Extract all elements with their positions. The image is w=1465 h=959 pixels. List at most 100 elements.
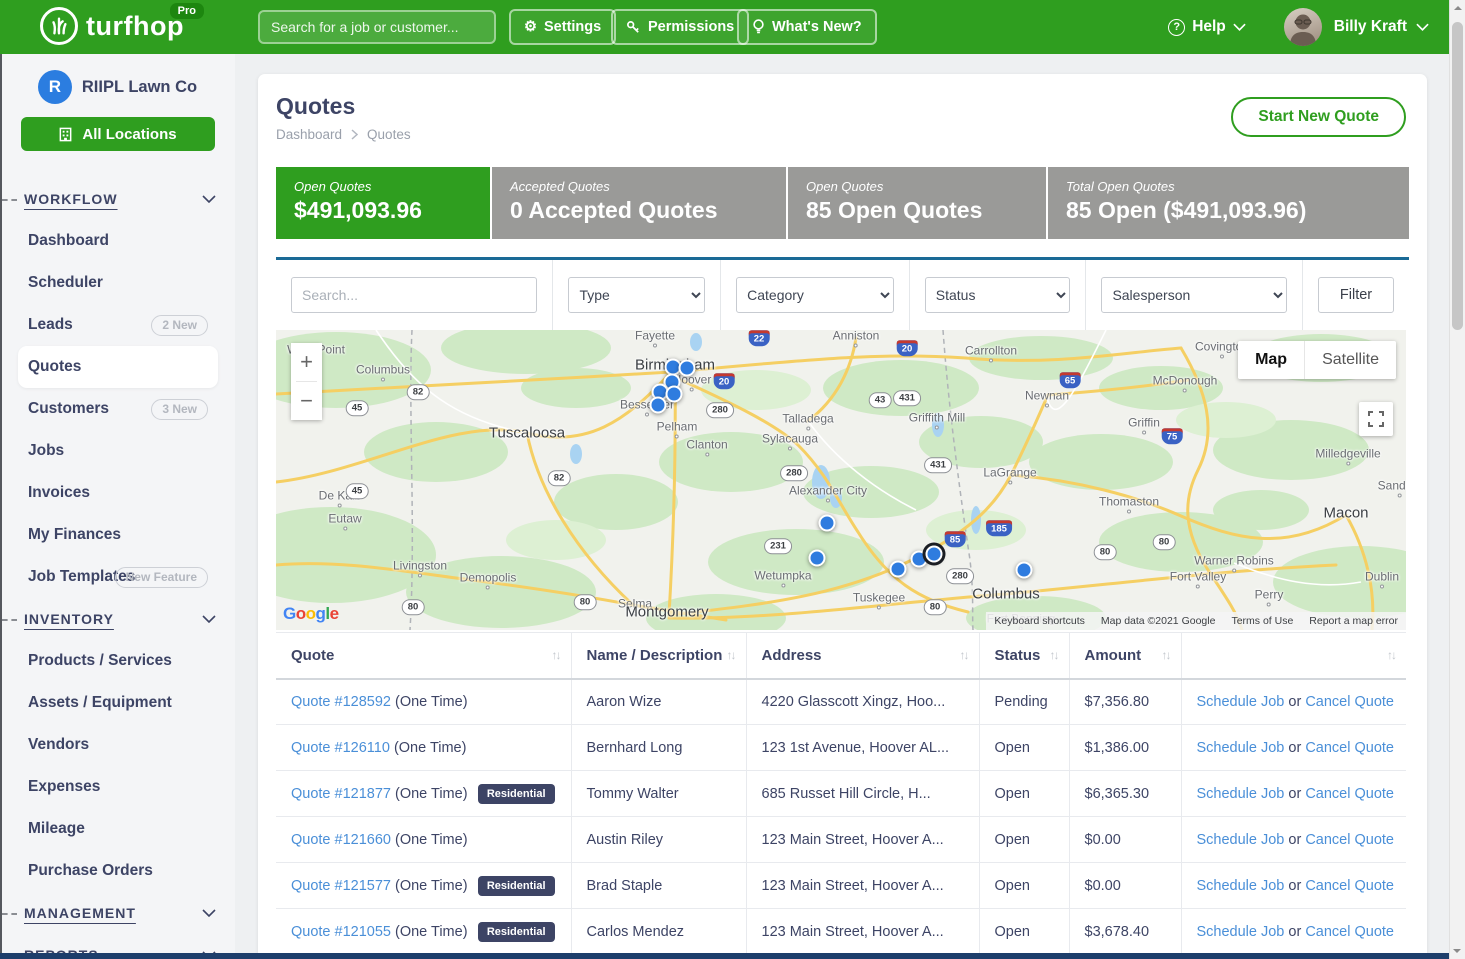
sidebar-item-customers[interactable]: Customers3 New [0, 388, 235, 430]
map-attribution-link[interactable]: Terms of Use [1231, 615, 1293, 627]
route-shield-431: 431 [893, 390, 921, 406]
map-attribution-link[interactable]: Map data ©2021 Google [1101, 615, 1216, 627]
quote-link[interactable]: Quote #121660 [291, 832, 391, 848]
quote-map-marker[interactable] [650, 397, 667, 414]
sidebar-item-quotes[interactable]: Quotes [0, 346, 235, 388]
schedule-job-link[interactable]: Schedule Job [1197, 832, 1285, 848]
type-select[interactable]: Type [568, 277, 705, 313]
user-menu[interactable]: Billy Kraft [1334, 18, 1429, 36]
permissions-button[interactable]: Permissions [611, 9, 749, 45]
category-select[interactable]: Category [736, 277, 894, 313]
schedule-job-link[interactable]: Schedule Job [1197, 740, 1285, 756]
sidebar-item-vendors[interactable]: Vendors [0, 724, 235, 766]
quotes-search-input[interactable] [291, 277, 537, 313]
sidebar-item-scheduler[interactable]: Scheduler [0, 262, 235, 304]
fullscreen-icon [1368, 411, 1384, 427]
schedule-job-link[interactable]: Schedule Job [1197, 786, 1285, 802]
quote-link[interactable]: Quote #121577 [291, 878, 391, 894]
sort-icon[interactable]: ↑↓ [727, 648, 735, 662]
quote-link[interactable]: Quote #126110 [291, 740, 390, 756]
schedule-job-link[interactable]: Schedule Job [1197, 694, 1285, 710]
scroll-up-arrow-icon[interactable] [1454, 6, 1462, 10]
map-attribution-link[interactable]: Report a map error [1309, 615, 1398, 627]
status-select[interactable]: Status [925, 277, 1071, 313]
map-label-sanders: Sanders [1378, 479, 1406, 498]
quote-link[interactable]: Quote #121877 [291, 786, 391, 802]
sidebar-item-my-finances[interactable]: My Finances [0, 514, 235, 556]
sidebar-item-invoices[interactable]: Invoices [0, 472, 235, 514]
sidebar-item-job-templates[interactable]: Job TemplatesNew Feature [0, 556, 235, 598]
quote-link[interactable]: Quote #128592 [291, 694, 391, 710]
sort-icon[interactable]: ↑↓ [1162, 648, 1170, 662]
map-view-button[interactable]: Map [1238, 341, 1305, 379]
sidebar-item-jobs[interactable]: Jobs [0, 430, 235, 472]
column-header-amount[interactable]: Amount↑↓ [1069, 633, 1181, 679]
cancel-quote-link[interactable]: Cancel Quote [1305, 740, 1394, 756]
start-new-quote-button[interactable]: Start New Quote [1231, 97, 1406, 137]
sidebar-item-purchase-orders[interactable]: Purchase Orders [0, 850, 235, 892]
map-town-dot [1398, 494, 1402, 498]
breadcrumb-dashboard[interactable]: Dashboard [276, 127, 342, 142]
column-header-quote[interactable]: Quote↑↓ [276, 633, 571, 679]
stats-row: Open Quotes$491,093.96Accepted Quotes0 A… [276, 167, 1409, 239]
zoom-out-button[interactable]: − [291, 382, 322, 420]
sort-icon[interactable]: ↑↓ [1050, 648, 1058, 662]
vertical-scrollbar[interactable] [1449, 0, 1465, 959]
chevron-down-icon [1416, 23, 1429, 31]
company-header[interactable]: R RIIPL Lawn Co [0, 70, 235, 104]
cancel-quote-link[interactable]: Cancel Quote [1305, 924, 1394, 940]
satellite-view-button[interactable]: Satellite [1305, 341, 1396, 379]
quote-map-marker[interactable] [679, 360, 696, 377]
zoom-in-button[interactable]: + [291, 343, 322, 381]
cancel-quote-link[interactable]: Cancel Quote [1305, 878, 1394, 894]
sidebar-item-dashboard[interactable]: Dashboard [0, 220, 235, 262]
global-search-input[interactable] [258, 10, 496, 44]
scroll-down-arrow-icon[interactable] [1453, 949, 1461, 953]
help-menu[interactable]: ? Help [1168, 18, 1246, 36]
whats-new-button[interactable]: What's New? [737, 9, 877, 45]
quote-map-marker[interactable] [819, 515, 836, 532]
map-attribution-link[interactable]: Keyboard shortcuts [994, 615, 1084, 627]
quote-link[interactable]: Quote #121055 [291, 924, 391, 940]
quote-map-marker[interactable] [666, 386, 683, 403]
sidebar-item-assets-equipment[interactable]: Assets / Equipment [0, 682, 235, 724]
sidebar-item-leads[interactable]: Leads2 New [0, 304, 235, 346]
quote-recurrence: (One Time) [395, 786, 468, 802]
cancel-quote-link[interactable]: Cancel Quote [1305, 786, 1394, 802]
fullscreen-button[interactable] [1359, 402, 1393, 436]
sidebar-item-expenses[interactable]: Expenses [0, 766, 235, 808]
sidebar-item-mileage[interactable]: Mileage [0, 808, 235, 850]
schedule-job-link[interactable]: Schedule Job [1197, 924, 1285, 940]
settings-button[interactable]: ⚙Settings [509, 9, 616, 45]
user-avatar[interactable] [1284, 8, 1322, 46]
sort-icon[interactable]: ↑↓ [1387, 648, 1395, 662]
sidebar-section-management[interactable]: MANAGEMENT [0, 892, 235, 934]
quote-map-marker[interactable] [1016, 562, 1033, 579]
scrollbar-thumb[interactable] [1452, 22, 1463, 330]
column-header-address[interactable]: Address↑↓ [746, 633, 979, 679]
sort-icon[interactable]: ↑↓ [960, 648, 968, 662]
quote-map-marker[interactable] [890, 561, 907, 578]
cancel-quote-link[interactable]: Cancel Quote [1305, 694, 1394, 710]
sidebar-section-workflow[interactable]: WORKFLOW [0, 178, 235, 220]
brand-logo[interactable]: turfhop Pro [40, 7, 184, 45]
sidebar-item-products-services[interactable]: Products / Services [0, 640, 235, 682]
route-shield-80: 80 [924, 599, 947, 615]
map-town-dot [1008, 481, 1012, 485]
quote-map-marker-selected[interactable] [926, 546, 943, 563]
map-label-columbus: Columbus [972, 586, 1040, 603]
cancel-quote-link[interactable]: Cancel Quote [1305, 832, 1394, 848]
salesperson-select[interactable]: Salesperson [1101, 277, 1287, 313]
quotes-map[interactable]: FayetteWest PointColumbusTuscaloosaBirmi… [276, 330, 1406, 630]
sidebar-section-inventory[interactable]: INVENTORY [0, 598, 235, 640]
sort-icon[interactable]: ↑↓ [552, 648, 560, 662]
column-header-actions[interactable]: ↑↓ [1181, 633, 1406, 679]
quote-map-marker[interactable] [809, 550, 826, 567]
grass-logo-icon [40, 7, 78, 45]
map-label-demopolis: Demopolis [460, 571, 517, 590]
all-locations-button[interactable]: All Locations [21, 117, 215, 151]
column-header-status[interactable]: Status↑↓ [979, 633, 1069, 679]
schedule-job-link[interactable]: Schedule Job [1197, 878, 1285, 894]
filter-button[interactable]: Filter [1318, 277, 1394, 313]
column-header-name-description[interactable]: Name / Description↑↓ [571, 633, 746, 679]
